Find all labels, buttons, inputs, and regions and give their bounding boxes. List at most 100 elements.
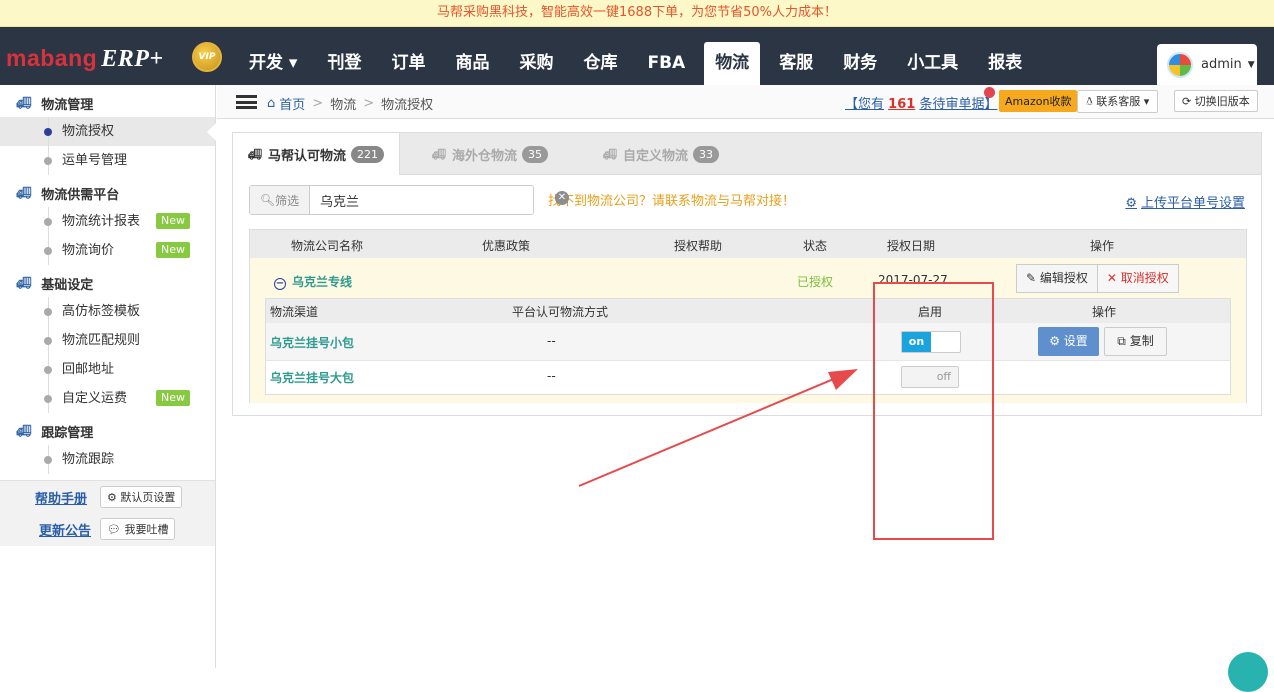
search-icon: 🔍︎ xyxy=(259,193,276,207)
cancel-auth-button[interactable]: ✕ 取消授权 xyxy=(1097,264,1179,293)
platform-method: -- xyxy=(547,334,556,348)
filter-box: 🔍︎ 筛选 xyxy=(249,185,534,215)
col-platform-method: 平台认可物流方式 xyxy=(512,305,609,319)
nav-item-reports[interactable]: 报表 xyxy=(977,42,1033,85)
nav-item-fba[interactable]: FBA xyxy=(636,42,696,85)
bullet-icon xyxy=(44,157,52,165)
filter-label: 🔍︎ 筛选 xyxy=(250,186,310,214)
user-name: admin xyxy=(1201,57,1242,72)
bullet-icon xyxy=(44,218,52,226)
sidebar-item-match-rules[interactable]: 物流匹配规则 xyxy=(0,326,215,355)
nav-item-develop[interactable]: 开发 ▾ xyxy=(238,42,308,85)
channel-name[interactable]: 乌克兰挂号小包 xyxy=(270,334,354,351)
sidebar-item-stats[interactable]: 物流统计报表 New xyxy=(0,207,215,236)
logistics-table: 物流公司名称 优惠政策 授权帮助 状态 授权日期 操作 − 乌克兰专线 已授权 2… xyxy=(249,229,1247,403)
amazon-payment-button[interactable]: Amazon收款 xyxy=(999,90,1078,112)
table-row: − 乌克兰专线 已授权 2017-07-27 ✎ 编辑授权 ✕ 取消授权 物流渠道… xyxy=(250,258,1246,403)
sidebar-group-settings[interactable]: 🚚︎ 基础设定 xyxy=(0,269,215,297)
menu-toggle-icon[interactable] xyxy=(236,95,257,109)
feedback-button[interactable]: 💬︎ 我要吐槽 xyxy=(100,518,176,540)
breadcrumb-bar: ⌂ 首页 > 物流 > 物流授权 【您有 161 条待审单据】 Amazon收款… xyxy=(217,85,1274,119)
truck-icon: 🚚︎ xyxy=(248,147,262,161)
nav-item-listing[interactable]: 刊登 xyxy=(316,42,372,85)
upload-settings-link[interactable]: ⚙ 上传平台单号设置 xyxy=(1125,192,1245,211)
avatar xyxy=(1167,51,1193,78)
nav-item-products[interactable]: 商品 xyxy=(444,42,500,85)
nav-item-purchase[interactable]: 采购 xyxy=(508,42,564,85)
logistics-card: 🚚︎马帮认可物流221 🚚︎海外仓物流35 🚚︎自定义物流33 🔍︎ 筛选 找不… xyxy=(232,132,1262,416)
sidebar-item-inquiry[interactable]: 物流询价 New xyxy=(0,236,215,265)
channel-table-header: 物流渠道 平台认可物流方式 启用 操作 xyxy=(266,299,1230,323)
contact-hint[interactable]: 找不到物流公司？请联系物流与马帮对接！ xyxy=(548,190,795,209)
truck-icon: 🚚︎ xyxy=(602,147,617,161)
top-navbar: mabang ERP+ VIP 开发 ▾ 刊登 订单 商品 采购 仓库 FBA 物… xyxy=(0,27,1274,85)
truck-icon: 🚚︎ xyxy=(16,186,32,200)
sidebar-footer: 帮助手册 ⚙ 默认页设置 更新公告 💬︎ 我要吐槽 xyxy=(0,480,215,546)
sidebar-item-waybill[interactable]: 运单号管理 xyxy=(0,146,215,175)
user-menu[interactable]: admin ▼ xyxy=(1157,44,1257,85)
col-status: 状态 xyxy=(803,239,828,253)
promo-banner[interactable]: 马帮采购黑科技，智能高效一键1688下单，为您节省50%人力成本！ xyxy=(0,0,1274,27)
breadcrumb-logistics[interactable]: 物流 xyxy=(330,94,356,113)
floating-help-button[interactable] xyxy=(1228,652,1268,692)
new-badge: New xyxy=(156,390,190,406)
edit-auth-button[interactable]: ✎ 编辑授权 xyxy=(1016,264,1098,293)
truck-icon: 🚚︎ xyxy=(16,276,32,290)
pending-orders-link[interactable]: 【您有 161 条待审单据】 xyxy=(845,93,997,112)
nav-item-logistics[interactable]: 物流 xyxy=(704,42,761,85)
sidebar-item-return-address[interactable]: 回邮地址 xyxy=(0,355,215,384)
breadcrumb-home[interactable]: 首页 xyxy=(279,94,305,113)
copy-button[interactable]: ⧉ 复制 xyxy=(1104,327,1167,356)
default-page-button[interactable]: ⚙ 默认页设置 xyxy=(100,486,183,508)
close-icon[interactable]: ✕ xyxy=(555,191,569,205)
sidebar-footer-row: 更新公告 💬︎ 我要吐槽 xyxy=(0,513,215,545)
company-name[interactable]: − 乌克兰专线 xyxy=(274,273,352,290)
bullet-icon xyxy=(44,308,52,316)
truck-icon: 🚚︎ xyxy=(16,96,32,110)
help-manual-link[interactable]: 帮助手册 xyxy=(35,488,97,507)
nav-item-service[interactable]: 客服 xyxy=(768,42,824,85)
nav-item-tools[interactable]: 小工具 xyxy=(896,42,969,85)
sidebar-footer-row: 帮助手册 ⚙ 默认页设置 xyxy=(0,481,215,513)
col-date: 授权日期 xyxy=(887,239,936,253)
chevron-down-icon: ▾ xyxy=(1143,95,1150,108)
announcement-link[interactable]: 更新公告 xyxy=(35,520,97,539)
tab-certified-logistics[interactable]: 🚚︎ 马帮认可物流 221 xyxy=(233,133,400,175)
sidebar-group-logistics[interactable]: 🚚︎ 物流管理 xyxy=(0,89,215,117)
table-row: 乌克兰挂号大包 -- off xyxy=(266,361,1230,397)
settings-button[interactable]: ⚙ 设置 xyxy=(1038,327,1099,356)
edit-icon: ✎ xyxy=(1026,271,1040,285)
bullet-icon xyxy=(44,456,52,464)
channel-table: 物流渠道 平台认可物流方式 启用 操作 乌克兰挂号小包 -- on ⚙ 设置 ⧉… xyxy=(265,298,1231,395)
notification-dot xyxy=(984,87,995,98)
gear-icon: ⚙ xyxy=(1049,334,1064,348)
logo[interactable]: mabang ERP+ xyxy=(6,45,164,73)
contact-service-button[interactable]: 🐧︎ 联系客服 ▾ xyxy=(1077,90,1159,113)
breadcrumb-current: 物流授权 xyxy=(381,98,434,113)
col-channel-actions: 操作 xyxy=(1092,305,1117,319)
gear-icon: ⚙ xyxy=(107,491,121,504)
home-icon: ⌂ xyxy=(267,96,276,111)
filter-input[interactable] xyxy=(310,186,530,214)
nav-item-finance[interactable]: 财务 xyxy=(832,42,888,85)
bullet-icon xyxy=(44,128,52,136)
sidebar-item-auth[interactable]: 物流授权 xyxy=(0,117,216,146)
switch-old-version-button[interactable]: ⟳ 切换旧版本 xyxy=(1174,90,1258,112)
collapse-icon[interactable]: − xyxy=(274,278,286,290)
sidebar-item-track[interactable]: 物流跟踪 xyxy=(0,445,215,474)
channel-name[interactable]: 乌克兰挂号大包 xyxy=(270,369,354,386)
tab-custom-logistics[interactable]: 🚚︎ 自定义物流 33 xyxy=(563,133,734,175)
nav-item-orders[interactable]: 订单 xyxy=(380,42,436,85)
sidebar-item-label-template[interactable]: 高仿标签模板 xyxy=(0,297,215,326)
new-badge: New xyxy=(156,242,190,258)
company-actions: ✎ 编辑授权 ✕ 取消授权 xyxy=(1016,264,1179,293)
tab-overseas-warehouse[interactable]: 🚚︎ 海外仓物流 35 xyxy=(400,133,563,175)
col-help: 授权帮助 xyxy=(674,239,723,253)
nav-item-warehouse[interactable]: 仓库 xyxy=(572,42,628,85)
bullet-icon xyxy=(44,395,52,403)
status-badge: 已授权 xyxy=(797,275,834,289)
sidebar-item-custom-fee[interactable]: 自定义运费 New xyxy=(0,384,215,413)
sidebar-group-platform[interactable]: 🚚︎ 物流供需平台 xyxy=(0,179,215,207)
vip-badge-icon: VIP xyxy=(192,42,222,72)
sidebar-group-tracking[interactable]: 🚚︎ 跟踪管理 xyxy=(0,417,215,445)
